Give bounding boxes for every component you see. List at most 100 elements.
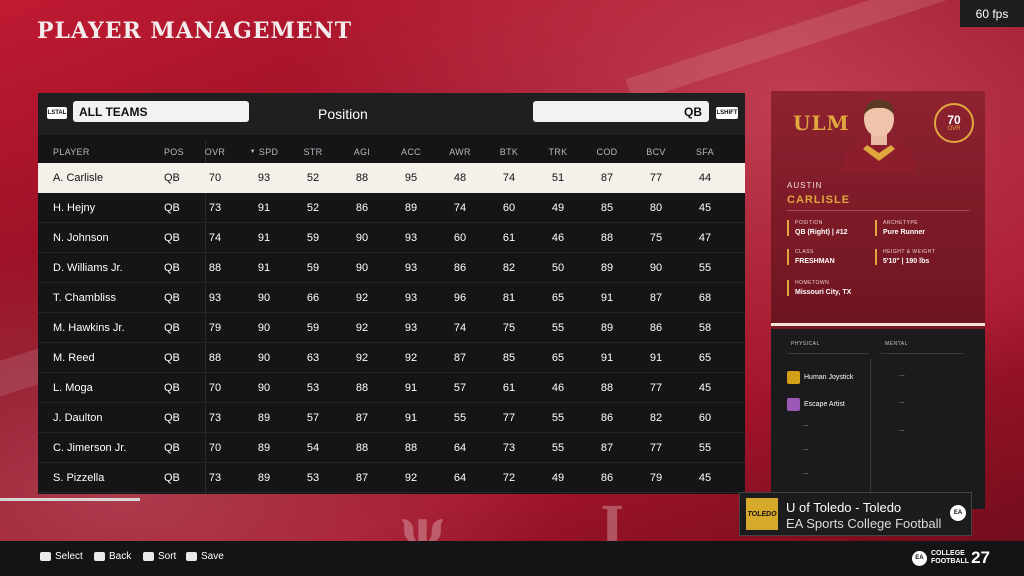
stat-trk: 51 bbox=[551, 172, 565, 184]
ability-human-joystick[interactable]: Human Joystick bbox=[787, 371, 853, 384]
stat-bcv: 86 bbox=[649, 322, 663, 334]
player-name: T. Chambliss bbox=[53, 292, 116, 304]
team-filter-dropdown[interactable]: ALL TEAMS bbox=[73, 101, 249, 122]
back-key-icon bbox=[94, 552, 105, 561]
column-header-player[interactable]: PLAYER bbox=[53, 141, 90, 163]
stat-awr: 64 bbox=[453, 472, 467, 484]
column-header-trk[interactable]: TRK bbox=[538, 141, 578, 163]
column-header-awr[interactable]: AWR bbox=[440, 141, 480, 163]
table-row[interactable]: S. Pizzella QB 73 89 53 87 92 64 72 49 86 79 45 bbox=[38, 463, 745, 493]
column-header-cod[interactable]: COD bbox=[587, 141, 627, 163]
player-name: C. Jimerson Jr. bbox=[53, 442, 127, 454]
stat-acc: 92 bbox=[404, 472, 418, 484]
stat-cod: 88 bbox=[600, 232, 614, 244]
column-header-label: TRK bbox=[548, 147, 568, 157]
ability-escape-artist[interactable]: Escape Artist bbox=[787, 398, 845, 411]
stat-ovr: 70 bbox=[208, 172, 222, 184]
stat-agi: 92 bbox=[355, 352, 369, 364]
song-source: EA Sports College Football bbox=[786, 516, 941, 531]
table-row-selected[interactable]: A. Carlisle QB 70 93 52 88 95 48 74 51 87 77 44 bbox=[38, 163, 745, 193]
stat-spd: 90 bbox=[257, 322, 271, 334]
stat-str: 66 bbox=[306, 292, 320, 304]
player-position: QB bbox=[164, 172, 180, 184]
back-hint-label: Back bbox=[109, 551, 132, 562]
player-name: M. Reed bbox=[53, 352, 95, 364]
stat-acc: 89 bbox=[404, 202, 418, 214]
column-header-btk[interactable]: BTK bbox=[489, 141, 529, 163]
stat-acc: 93 bbox=[404, 262, 418, 274]
player-name: H. Hejny bbox=[53, 202, 96, 214]
position-filter-title: Position bbox=[318, 106, 368, 122]
game-logo-text: COLLEGE FOOTBALL bbox=[931, 550, 969, 566]
table-row[interactable]: J. Daulton QB 73 89 57 87 91 55 77 55 86 82 60 bbox=[38, 403, 745, 433]
table-row[interactable]: M. Reed QB 88 90 63 92 92 87 85 65 91 91 65 bbox=[38, 343, 745, 373]
sort-hint-label: Sort bbox=[158, 551, 177, 562]
stat-agi: 88 bbox=[355, 172, 369, 184]
stat-agi: 90 bbox=[355, 262, 369, 274]
physical-abilities-header: PHYSICAL bbox=[791, 341, 820, 347]
stat-btk: 74 bbox=[502, 172, 516, 184]
column-header-acc[interactable]: ACC bbox=[391, 141, 431, 163]
column-header-sfa[interactable]: SFA bbox=[685, 141, 725, 163]
column-header-bcv[interactable]: BCV bbox=[636, 141, 676, 163]
table-row[interactable]: H. Hejny QB 73 91 52 86 89 74 60 49 85 80 45 bbox=[38, 193, 745, 223]
position-filter-dropdown[interactable]: QB bbox=[533, 101, 709, 122]
table-row[interactable]: M. Hawkins Jr. QB 79 90 59 92 93 74 75 55 89 86 58 bbox=[38, 313, 745, 343]
player-card: ULM 70 OVR AUSTIN CARLISLE POSITION QB (… bbox=[771, 91, 985, 509]
sort-hint[interactable]: Sort bbox=[143, 551, 176, 562]
stat-trk: 55 bbox=[551, 442, 565, 454]
player-position: QB bbox=[164, 202, 180, 214]
table-row[interactable]: N. Johnson QB 74 91 59 90 93 60 61 46 88 75 47 bbox=[38, 223, 745, 253]
stat-awr: 74 bbox=[453, 322, 467, 334]
scrollbar[interactable] bbox=[0, 498, 140, 501]
stat-sfa: 44 bbox=[698, 172, 712, 184]
stat-bcv: 77 bbox=[649, 382, 663, 394]
stat-cod: 87 bbox=[600, 172, 614, 184]
stat-spd: 89 bbox=[257, 472, 271, 484]
column-header-pos[interactable]: POS bbox=[164, 141, 184, 163]
column-header-label: BCV bbox=[646, 147, 666, 157]
player-card-header: ULM 70 OVR AUSTIN CARLISLE POSITION QB (… bbox=[771, 91, 985, 326]
stat-spd: 90 bbox=[257, 382, 271, 394]
team-filter-label: ALL TEAMS bbox=[79, 104, 148, 119]
stat-btk: 72 bbox=[502, 472, 516, 484]
player-position: QB bbox=[164, 352, 180, 364]
column-header-label: STR bbox=[303, 147, 323, 157]
stat-sfa: 65 bbox=[698, 352, 712, 364]
column-header-ovr[interactable]: OVR bbox=[195, 141, 235, 163]
stat-bcv: 75 bbox=[649, 232, 663, 244]
column-header-spd[interactable]: ▼ SPD bbox=[244, 141, 284, 163]
filter-bar: LSTAL ALL TEAMS Position QB LSHIFT bbox=[38, 93, 745, 135]
stat-cod: 89 bbox=[600, 322, 614, 334]
height-weight-info-value: 5'10" | 190 lbs bbox=[883, 258, 930, 265]
table-row[interactable]: L. Moga QB 70 90 53 88 91 57 61 46 88 77 45 bbox=[38, 373, 745, 403]
table-row[interactable]: D. Williams Jr. QB 88 91 59 90 93 86 82 50 89 90 55 bbox=[38, 253, 745, 283]
hometown-info-label: HOMETOWN bbox=[795, 280, 830, 286]
table-row[interactable]: C. Jimerson Jr. QB 70 89 54 88 88 64 73 55 87 77 55 bbox=[38, 433, 745, 463]
table-row[interactable]: T. Chambliss QB 93 90 66 92 93 96 81 65 91 87 68 bbox=[38, 283, 745, 313]
column-header-agi[interactable]: AGI bbox=[342, 141, 382, 163]
save-hint[interactable]: Save bbox=[186, 551, 224, 562]
back-hint[interactable]: Back bbox=[94, 551, 131, 562]
player-name: L. Moga bbox=[53, 382, 93, 394]
stat-sfa: 55 bbox=[698, 262, 712, 274]
save-hint-label: Save bbox=[201, 551, 224, 562]
human-joystick-icon bbox=[787, 371, 800, 384]
save-key-icon bbox=[186, 552, 197, 561]
player-position: QB bbox=[164, 442, 180, 454]
stat-sfa: 45 bbox=[698, 382, 712, 394]
class-info-value: FRESHMAN bbox=[795, 258, 835, 265]
sort-key-icon bbox=[143, 552, 154, 561]
lstal-button-icon: LSTAL bbox=[47, 107, 67, 119]
player-position: QB bbox=[164, 322, 180, 334]
stat-awr: 74 bbox=[453, 202, 467, 214]
stat-trk: 46 bbox=[551, 382, 565, 394]
stat-ovr: 93 bbox=[208, 292, 222, 304]
stat-bcv: 91 bbox=[649, 352, 663, 364]
column-header-str[interactable]: STR bbox=[293, 141, 333, 163]
stat-btk: 82 bbox=[502, 262, 516, 274]
stat-spd: 91 bbox=[257, 232, 271, 244]
player-last-name: CARLISLE bbox=[787, 194, 850, 206]
player-portrait bbox=[841, 99, 917, 173]
select-hint[interactable]: Select bbox=[40, 551, 83, 562]
